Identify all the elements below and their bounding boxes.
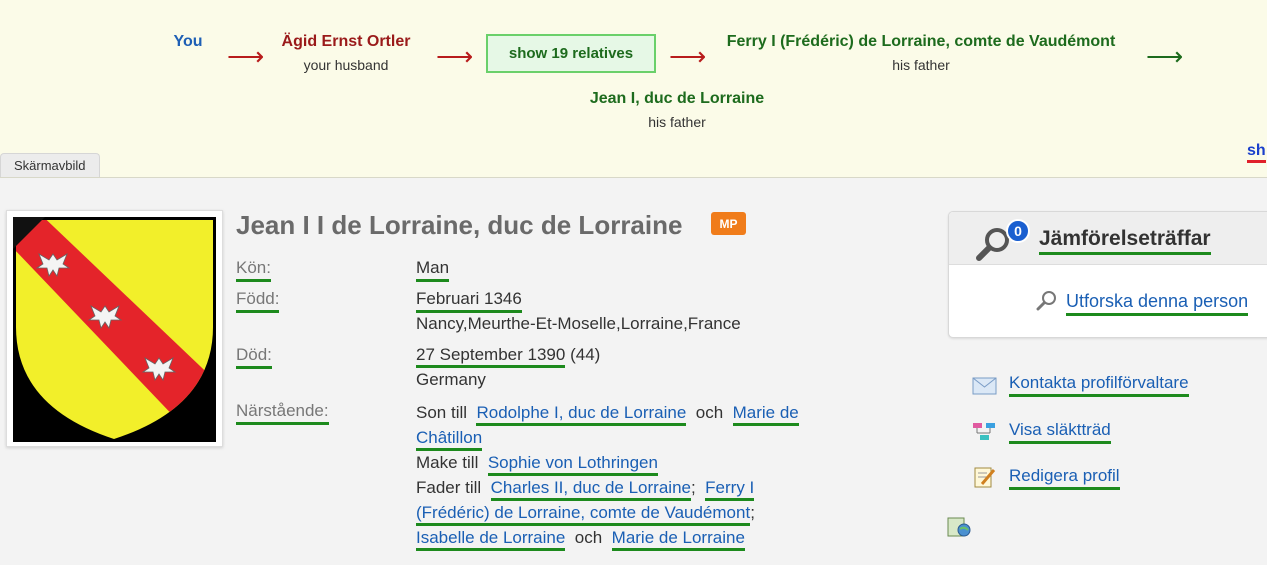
page-title: Jean I I de Lorraine, duc de Lorraine xyxy=(236,210,683,240)
died-date-row: 27 September 1390 (44) xyxy=(416,345,601,368)
mail-icon xyxy=(972,377,997,395)
jean-link[interactable]: Jean I, duc de Lorraine xyxy=(570,90,784,108)
born-date: Februari 1346 xyxy=(416,289,522,313)
died-date: 27 September 1390 xyxy=(416,345,566,368)
child-link[interactable]: Charles II, duc de Lorraine xyxy=(490,478,691,501)
rel-husband: Ägid Ernst Ortler your husband xyxy=(256,33,436,73)
edit-profile-link[interactable]: Redigera profil xyxy=(1009,466,1120,490)
arrow-icon: ⟶ xyxy=(436,41,474,71)
arrow-icon: ⟶ xyxy=(669,41,707,71)
mourning-ribbon xyxy=(13,217,45,249)
rel-ferry: Ferry I (Frédéric) de Lorraine, comte de… xyxy=(706,33,1136,73)
gender-value: Man xyxy=(416,258,450,282)
died-age: (44) xyxy=(570,345,601,364)
father-link[interactable]: Rodolphe I, duc de Lorraine xyxy=(476,403,687,426)
spouse-link[interactable]: Sophie von Lothringen xyxy=(487,453,658,476)
gender-label: Kön: xyxy=(236,258,271,282)
globe-book-icon[interactable] xyxy=(946,515,974,541)
husband-relation: your husband xyxy=(303,57,389,73)
search-icon xyxy=(1036,291,1056,311)
husband-link[interactable]: Ägid Ernst Ortler xyxy=(256,33,436,51)
show-relatives-button[interactable]: show 19 relatives xyxy=(486,34,656,73)
separator: ; xyxy=(690,478,696,497)
profile-photo[interactable] xyxy=(6,210,223,447)
rel-you[interactable]: You xyxy=(160,33,216,51)
son-of-prefix: Son till xyxy=(416,403,468,422)
spouse-prefix: Make till xyxy=(416,453,479,472)
and-text: och xyxy=(695,403,724,422)
coat-of-arms-image xyxy=(13,217,216,442)
and-text: och xyxy=(574,528,603,547)
relatives-label: Närstående: xyxy=(236,401,329,425)
separator: ; xyxy=(750,503,755,522)
master-profile-badge[interactable]: MP xyxy=(711,212,746,235)
relationship-path-bar: You ⟶ Ägid Ernst Ortler your husband ⟶ s… xyxy=(0,0,1267,178)
view-tree-link[interactable]: Visa släktträd xyxy=(1009,420,1111,444)
died-label: Död: xyxy=(236,345,272,369)
child-link[interactable]: Marie de Lorraine xyxy=(611,528,745,551)
ferry-relation: his father xyxy=(892,57,950,73)
born-label: Född: xyxy=(236,289,280,313)
rel-jean: Jean I, duc de Lorraine his father xyxy=(570,90,784,130)
died-place: Germany xyxy=(416,370,486,389)
jean-relation: his father xyxy=(648,114,706,130)
child-link[interactable]: Isabelle de Lorraine xyxy=(416,528,566,551)
show-more-link[interactable]: sh xyxy=(1247,142,1266,163)
born-place: Nancy,Meurthe-Et-Moselle,Lorraine,France xyxy=(416,314,741,333)
compare-matches-header[interactable]: 0 Jämförelseträffar xyxy=(949,212,1267,265)
relatives-list: Son till Rodolphe I, duc de Lorraine och… xyxy=(416,400,806,551)
explore-person-link[interactable]: Utforska denna person xyxy=(1066,291,1249,316)
contact-manager-link[interactable]: Kontakta profilförvaltare xyxy=(1009,373,1189,397)
arrow-icon: ⟶ xyxy=(1146,41,1184,71)
match-count-badge: 0 xyxy=(1006,219,1030,243)
you-link[interactable]: You xyxy=(160,33,216,51)
family-tree-icon xyxy=(973,423,995,440)
edit-profile-icon xyxy=(974,467,996,488)
father-of-prefix: Fader till xyxy=(416,478,482,497)
compare-matches-panel: 0 Jämförelseträffar xyxy=(948,211,1267,338)
ferry-link[interactable]: Ferry I (Frédéric) de Lorraine, comte de… xyxy=(706,33,1136,51)
compare-matches-title[interactable]: Jämförelseträffar xyxy=(1039,227,1211,255)
lorraine-shield-icon xyxy=(13,217,216,442)
screenshot-tab[interactable]: Skärmavbild xyxy=(0,153,100,177)
